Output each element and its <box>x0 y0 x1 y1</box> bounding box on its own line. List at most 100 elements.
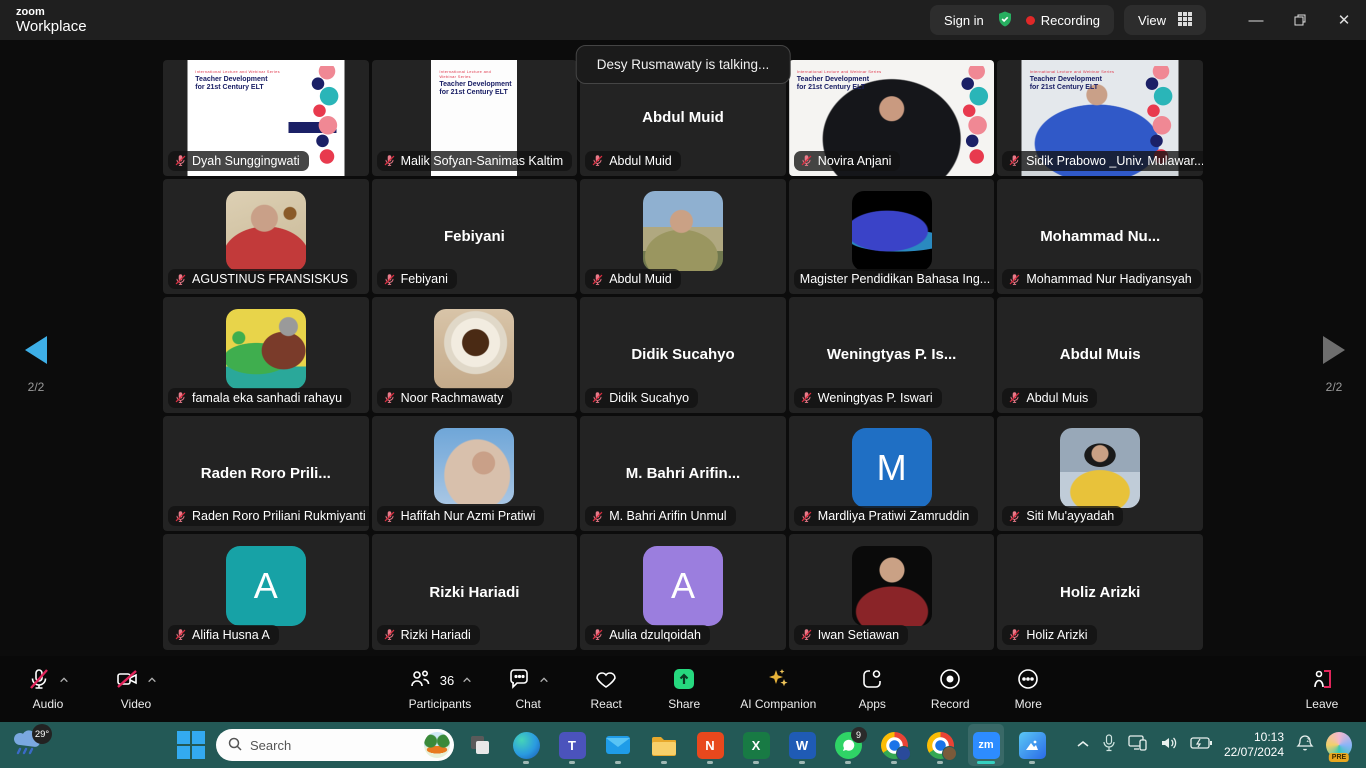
participant-tile[interactable]: Mohammad Nu... Mohammad Nur Hadiyansyah <box>997 179 1203 295</box>
participant-name-label: Aulia dzulqoidah <box>585 625 710 645</box>
participant-tile[interactable]: Weningtyas P. Is... Weningtyas P. Iswari <box>789 297 995 413</box>
participant-tile[interactable]: Rizki Hariadi Rizki Hariadi <box>372 534 578 650</box>
chrome-profile2-app-icon[interactable] <box>922 724 958 766</box>
tray-cast-display-icon[interactable] <box>1128 735 1148 756</box>
mail-app-icon[interactable] <box>600 724 636 766</box>
participant-name-label: Holiz Arizki <box>1002 625 1096 645</box>
participant-tile[interactable]: Didik Sucahyo Didik Sucahyo <box>580 297 786 413</box>
previous-page-button[interactable]: 2/2 <box>14 336 58 394</box>
recording-indicator[interactable]: Recording <box>1026 13 1100 28</box>
participants-caret-icon[interactable] <box>462 673 472 687</box>
toolbar-record-button[interactable]: Record <box>928 667 972 711</box>
toolbar-audio-button[interactable]: Audio <box>26 667 70 711</box>
participant-name-label: Febiyani <box>377 269 457 289</box>
participant-name-label: Weningtyas P. Iswari <box>794 388 942 408</box>
tray-speaker-icon[interactable] <box>1160 735 1178 756</box>
participant-tile[interactable]: A Aulia dzulqoidah <box>580 534 786 650</box>
participant-tile[interactable]: famala eka sanhadi rahayu <box>163 297 369 413</box>
participant-tile[interactable]: Iwan Setiawan <box>789 534 995 650</box>
search-input[interactable]: Search <box>216 729 454 761</box>
chat-caret-icon[interactable] <box>539 673 549 687</box>
slide-text: International Lecture and Webinar Series… <box>797 69 951 92</box>
zoom-app-icon[interactable]: zm <box>968 724 1004 766</box>
toolbar-share-button[interactable]: Share <box>662 667 706 711</box>
whatsapp-app-icon[interactable]: 9 <box>830 724 866 766</box>
muted-mic-icon <box>591 628 604 641</box>
photo-avatar <box>434 309 514 389</box>
participant-tile[interactable]: Magister Pendidikan Bahasa Ing... <box>789 179 995 295</box>
toolbar-video-button[interactable]: Video <box>114 667 158 711</box>
toolbar-ai-button[interactable]: AI Companion <box>740 667 816 711</box>
minimize-button[interactable]: — <box>1234 0 1278 40</box>
participant-name-text: Dyah Sunggingwati <box>192 154 300 168</box>
participant-tile[interactable]: International Lecture and Webinar Series… <box>789 60 995 176</box>
participant-name-label: Didik Sucahyo <box>585 388 698 408</box>
muted-mic-icon <box>1008 391 1021 404</box>
participant-tile[interactable]: Noor Rachmawaty <box>372 297 578 413</box>
copilot-pre-badge: PRE <box>1329 753 1349 762</box>
zoom-workplace-logo: zoom Workplace <box>16 7 87 34</box>
participant-name-label: Abdul Muid <box>585 269 681 289</box>
sign-in-button[interactable]: Sign in <box>944 13 984 28</box>
meeting-gallery: Desy Rusmawaty is talking... Internation… <box>0 40 1366 656</box>
participant-tile[interactable]: Raden Roro Prili... Raden Roro Priliani … <box>163 416 369 532</box>
teams-app-icon[interactable]: T <box>554 724 590 766</box>
tray-microphone-icon[interactable] <box>1102 734 1116 757</box>
participant-name-label: Rizki Hariadi <box>377 625 480 645</box>
share-label: Share <box>668 697 700 711</box>
file-explorer-app-icon[interactable] <box>646 724 682 766</box>
apps-label: Apps <box>859 697 886 711</box>
video-caret-icon[interactable] <box>147 673 157 687</box>
participant-tile[interactable]: International Lecture and Webinar Series… <box>163 60 369 176</box>
muted-mic-icon <box>1008 273 1021 286</box>
participant-tile[interactable]: Siti Mu'ayyadah <box>997 416 1203 532</box>
participant-name-label: Siti Mu'ayyadah <box>1002 506 1123 526</box>
participant-name-label: Malik Sofyan-Sanimas Kaltim <box>377 151 573 171</box>
participant-name-text: Holiz Arizki <box>1026 628 1087 642</box>
nitro-pdf-app-icon[interactable]: N <box>692 724 728 766</box>
participant-tile[interactable]: Hafifah Nur Azmi Pratiwi <box>372 416 578 532</box>
next-page-button[interactable]: 2/2 <box>1312 336 1356 394</box>
participant-tile[interactable]: Holiz Arizki Holiz Arizki <box>997 534 1203 650</box>
toolbar-react-button[interactable]: React <box>584 667 628 711</box>
participant-tile[interactable]: Abdul Muis Abdul Muis <box>997 297 1203 413</box>
chrome-app-icon[interactable] <box>876 724 912 766</box>
clock-widget[interactable]: 10:13 22/07/2024 <box>1224 730 1284 760</box>
participant-tile[interactable]: International Lecture and Webinar Series… <box>997 60 1203 176</box>
edge-app-icon[interactable] <box>508 724 544 766</box>
excel-app-icon[interactable]: X <box>738 724 774 766</box>
tray-battery-icon[interactable] <box>1190 736 1212 754</box>
participant-tile[interactable]: Febiyani Febiyani <box>372 179 578 295</box>
toolbar-apps-button[interactable]: Apps <box>850 667 894 711</box>
toolbar-chat-button[interactable]: Chat <box>506 667 550 711</box>
weather-widget[interactable]: 29° <box>12 729 48 761</box>
start-button[interactable] <box>176 730 206 760</box>
participant-tile[interactable]: M Mardliya Pratiwi Zamruddin <box>789 416 995 532</box>
participant-name-text: Sidik Prabowo _Univ. Mulawar... <box>1026 154 1203 168</box>
participant-tile[interactable]: International Lecture and Webinar Series… <box>372 60 578 176</box>
muted-mic-icon <box>383 273 396 286</box>
participant-tile[interactable]: M. Bahri Arifin... M. Bahri Arifin Unmul <box>580 416 786 532</box>
tray-chevron-icon[interactable] <box>1076 736 1090 754</box>
task-view-button[interactable] <box>462 724 498 766</box>
title-bar: zoom Workplace Sign in Recording View — … <box>0 0 1366 40</box>
participant-tile[interactable]: AGUSTINUS FRANSISKUS <box>163 179 369 295</box>
record-label: Record <box>931 697 970 711</box>
whatsapp-badge: 9 <box>851 727 867 743</box>
close-button[interactable]: ✕ <box>1322 0 1366 40</box>
security-shield-icon[interactable] <box>996 10 1014 31</box>
audio-caret-icon[interactable] <box>59 673 69 687</box>
copilot-icon[interactable]: PRE <box>1326 732 1352 758</box>
restore-button[interactable] <box>1278 0 1322 40</box>
toolbar-leave-button[interactable]: Leave <box>1300 667 1344 711</box>
participant-tile[interactable]: A Alifia Husna A <box>163 534 369 650</box>
tray-notification-bell-icon[interactable]: z <box>1296 734 1314 757</box>
word-app-icon[interactable]: W <box>784 724 820 766</box>
record-icon <box>938 667 962 694</box>
photos-app-icon[interactable] <box>1014 724 1050 766</box>
view-button[interactable]: View <box>1124 5 1206 35</box>
participant-tile[interactable]: Abdul Muid <box>580 179 786 295</box>
toolbar-participants-button[interactable]: 36Participants <box>408 667 472 711</box>
toolbar-more-button[interactable]: More <box>1006 667 1050 711</box>
leave-label: Leave <box>1306 697 1339 711</box>
